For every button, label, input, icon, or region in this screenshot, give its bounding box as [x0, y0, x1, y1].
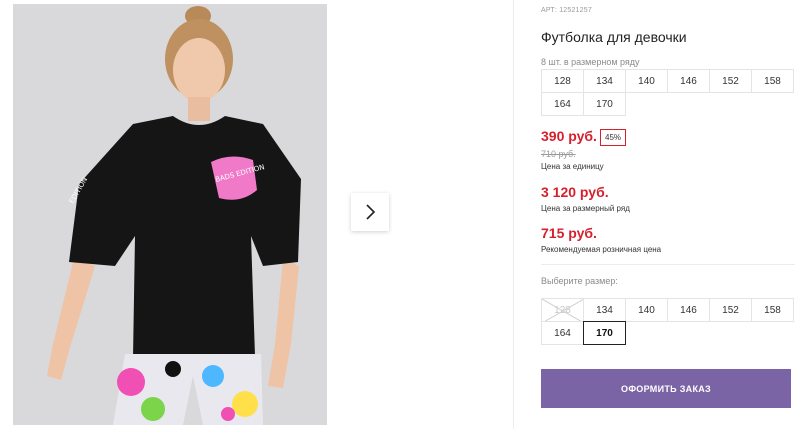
size-row-cell: 158: [751, 69, 794, 93]
chevron-right-icon: [366, 204, 376, 220]
column-divider: [513, 0, 514, 429]
size-row-cell: 146: [667, 69, 710, 93]
size-row-cell: 140: [625, 69, 668, 93]
unavailable-cross-icon: [542, 299, 583, 321]
unit-price: 390 руб.: [541, 128, 597, 144]
size-selector: 128 134 140 146 152 158 164 170: [541, 298, 794, 345]
size-option-unavailable: 128: [541, 298, 584, 322]
size-row-cell: 170: [583, 92, 626, 116]
unit-price-caption: Цена за единицу: [541, 162, 604, 171]
recommended-price-caption: Рекомендуемая розничная цена: [541, 245, 662, 254]
row-price-caption: Цена за размерный ряд: [541, 204, 630, 213]
girl-in-black-tshirt-image: BADS EDITION EDITION: [13, 4, 327, 425]
size-option[interactable]: 158: [751, 298, 794, 322]
product-title: Футболка для девочки: [541, 29, 687, 45]
row-price: 3 120 руб.: [541, 184, 609, 200]
article-number: АРТ: 12521257: [541, 7, 592, 14]
size-row-cell: 152: [709, 69, 752, 93]
size-option[interactable]: 146: [667, 298, 710, 322]
order-button[interactable]: ОФОРМИТЬ ЗАКАЗ: [541, 369, 791, 408]
size-row-cell: 128: [541, 69, 584, 93]
choose-size-caption: Выберите размер:: [541, 276, 618, 286]
gallery-next-button[interactable]: [351, 193, 389, 231]
size-row-cell: 134: [583, 69, 626, 93]
size-row-caption: 8 шт. в размерном ряду: [541, 57, 640, 67]
size-row-cell: 164: [541, 92, 584, 116]
size-option[interactable]: 140: [625, 298, 668, 322]
discount-badge: 45%: [600, 129, 627, 146]
section-divider: [541, 264, 795, 265]
size-option-selected[interactable]: 170: [583, 321, 626, 345]
old-price: 710 руб.: [541, 149, 576, 159]
size-option[interactable]: 134: [583, 298, 626, 322]
size-option[interactable]: 164: [541, 321, 584, 345]
recommended-price: 715 руб.: [541, 225, 597, 241]
size-option[interactable]: 152: [709, 298, 752, 322]
size-row-grid: 128 134 140 146 152 158 164 170: [541, 69, 794, 116]
product-gallery: BADS EDITION EDITION: [0, 0, 512, 429]
product-photo[interactable]: BADS EDITION EDITION: [13, 4, 327, 425]
